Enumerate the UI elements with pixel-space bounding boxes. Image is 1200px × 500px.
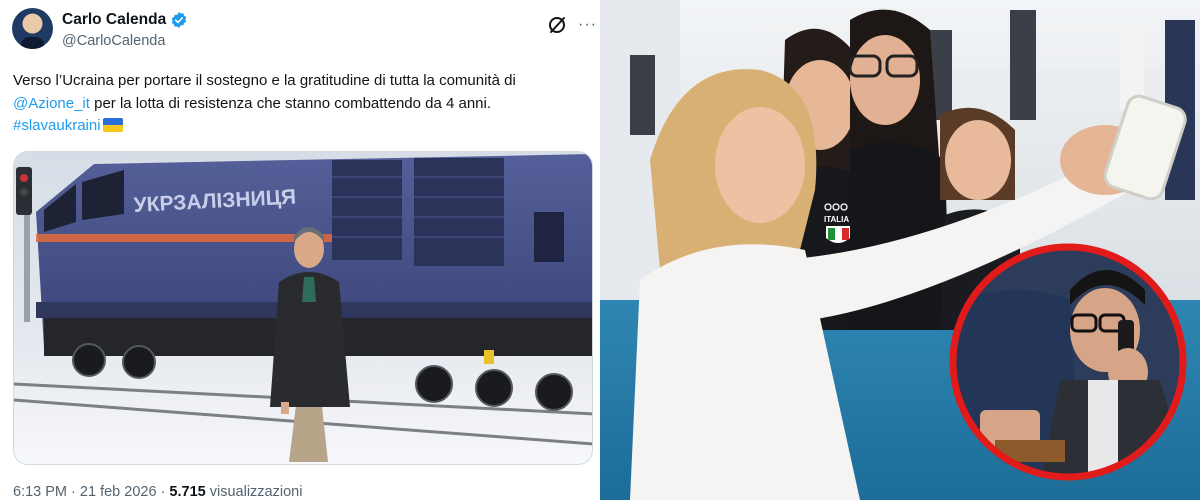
- hashtag-link[interactable]: #slavaukraini: [13, 117, 101, 134]
- views-label: visualizzazioni: [209, 484, 303, 500]
- tweet-text-part1: Verso l’Ucraina per portare il sostegno …: [13, 72, 516, 89]
- verified-badge-icon: [172, 12, 187, 28]
- train-photo: УКРЗАЛІЗНИЦЯ: [14, 152, 592, 464]
- tweet-text-part2: per la lotta di resistenza che stanno co…: [89, 94, 492, 112]
- author-name-row: Carlo Calenda: [62, 11, 188, 29]
- mention-link[interactable]: @Azione_it: [13, 95, 90, 112]
- tweet-text: Verso l’Ucraina per portare il sostegno …: [13, 70, 593, 138]
- jersey-text: ITALIA: [824, 215, 849, 224]
- tweet-card: Carlo Calenda @CarloCalenda ··· Verso l’…: [0, 0, 600, 500]
- tweet-date[interactable]: 21 feb 2026: [80, 484, 157, 500]
- author-avatar[interactable]: [12, 8, 53, 49]
- ukraine-flag-icon: [102, 118, 123, 132]
- meta-separator: ·: [71, 484, 76, 500]
- meta-separator-2: ·: [160, 484, 166, 500]
- tweet-media-photo[interactable]: УКРЗАЛІЗНИЦЯ: [13, 151, 593, 465]
- more-icon[interactable]: ···: [578, 16, 597, 34]
- grok-icon[interactable]: [547, 15, 567, 35]
- tweet-time[interactable]: 6:13 PM: [13, 484, 67, 500]
- selfie-photo: ITALIA: [600, 0, 1200, 500]
- views-count: 5.715: [169, 484, 206, 500]
- tweet-meta: 6:13 PM · 21 feb 2026 · 5.715 visualizza…: [13, 484, 302, 500]
- author-name[interactable]: Carlo Calenda: [62, 11, 166, 29]
- italia-crest: ITALIA: [824, 203, 850, 243]
- author-handle[interactable]: @CarloCalenda: [62, 33, 165, 49]
